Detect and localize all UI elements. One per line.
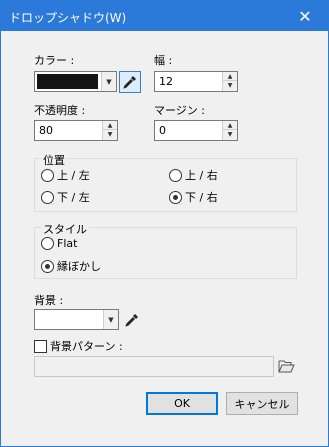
margin-increment-button[interactable]: ▲	[223, 121, 237, 130]
radio-bottom-left[interactable]: 下 / 左	[41, 189, 90, 205]
radio-label: 縁ぼかし	[57, 260, 101, 273]
close-button[interactable]: ✕	[282, 1, 328, 31]
margin-spinner[interactable]: 0 ▲ ▼	[154, 120, 238, 141]
color-label: カラー :	[34, 54, 75, 67]
window-title: ドロップシャドウ(W)	[9, 11, 127, 25]
cancel-button[interactable]: キャンセル	[226, 392, 298, 415]
title-bar: ドロップシャドウ(W) ✕	[1, 1, 328, 31]
eyedropper-icon	[123, 76, 136, 89]
chevron-down-icon: ▼	[101, 72, 116, 91]
radio-bottom-right[interactable]: 下 / 右	[169, 189, 218, 205]
margin-value: 0	[159, 124, 166, 137]
color-dropdown[interactable]: ▼	[34, 71, 117, 92]
width-label: 幅 :	[154, 54, 173, 67]
background-eyedropper-button[interactable]	[121, 309, 143, 331]
radio-circle	[41, 168, 54, 182]
radio-flat[interactable]: Flat	[41, 237, 77, 250]
browse-folder-button[interactable]	[276, 356, 296, 376]
background-pattern-label: 背景パターン :	[50, 340, 123, 353]
radio-circle	[169, 168, 182, 182]
margin-label: マージン :	[154, 104, 205, 117]
radio-circle	[41, 259, 54, 273]
close-icon: ✕	[298, 6, 312, 26]
opacity-spinner[interactable]: 80 ▲ ▼	[34, 120, 118, 141]
folder-open-icon	[278, 360, 295, 372]
radio-label: Flat	[57, 237, 78, 250]
opacity-label: 不透明度 :	[34, 104, 86, 117]
radio-label: 下 / 左	[57, 191, 90, 204]
background-swatch	[37, 312, 100, 327]
checkbox-box	[34, 339, 47, 353]
opacity-increment-button[interactable]: ▲	[103, 121, 117, 130]
radio-edge-blur[interactable]: 縁ぼかし	[41, 258, 101, 274]
dialog-window: ドロップシャドウ(W) ✕ カラー : ▼ 幅 : 12 ▲ ▼ 不透明度 : …	[0, 0, 329, 447]
radio-top-left[interactable]: 上 / 左	[41, 167, 90, 183]
radio-top-right[interactable]: 上 / 右	[169, 167, 218, 183]
position-group-title: 位置	[41, 152, 67, 168]
radio-circle	[169, 190, 182, 204]
background-dropdown[interactable]: ▼	[34, 309, 119, 330]
width-value: 12	[159, 75, 173, 88]
chevron-down-icon: ▼	[103, 310, 118, 329]
opacity-value: 80	[39, 124, 53, 137]
eyedropper-icon	[125, 314, 138, 327]
margin-decrement-button[interactable]: ▼	[223, 130, 237, 139]
width-increment-button[interactable]: ▲	[223, 72, 237, 81]
radio-circle	[41, 190, 54, 204]
radio-label: 上 / 右	[185, 169, 218, 182]
background-label: 背景 :	[34, 294, 64, 307]
background-pattern-path-input[interactable]	[34, 356, 274, 377]
radio-circle	[41, 237, 54, 250]
width-decrement-button[interactable]: ▼	[223, 81, 237, 90]
width-spinner[interactable]: 12 ▲ ▼	[154, 71, 238, 92]
opacity-decrement-button[interactable]: ▼	[103, 130, 117, 139]
ok-button[interactable]: OK	[146, 392, 218, 415]
background-pattern-checkbox[interactable]: 背景パターン :	[34, 338, 123, 354]
radio-label: 上 / 左	[57, 169, 90, 182]
radio-label: 下 / 右	[185, 191, 218, 204]
style-group-title: スタイル	[41, 221, 89, 237]
color-swatch	[37, 74, 98, 89]
color-eyedropper-button[interactable]	[119, 71, 141, 93]
